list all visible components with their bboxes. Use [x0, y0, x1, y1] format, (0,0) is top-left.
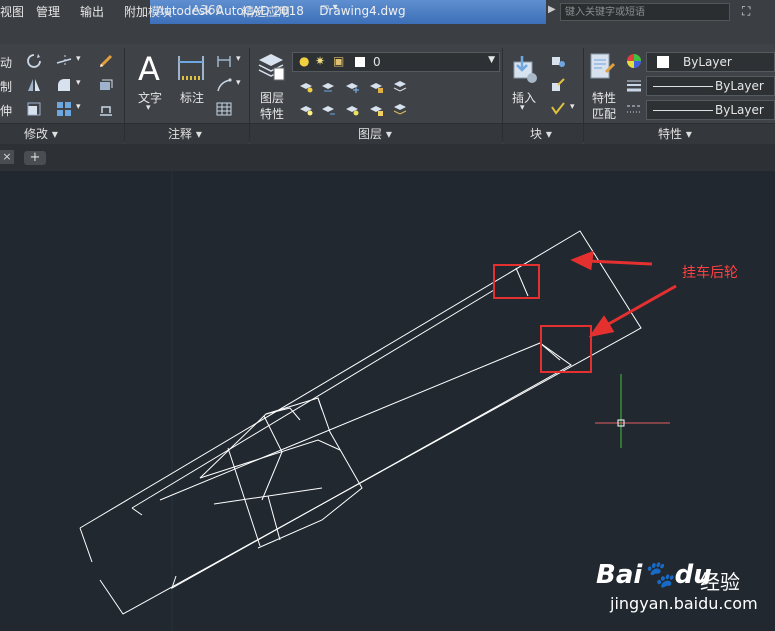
linear-dim-icon[interactable]	[216, 53, 232, 69]
move-tool[interactable]: 移动	[0, 54, 12, 71]
current-layer-name: 0	[373, 55, 381, 69]
ribbon-toggle-icon[interactable]: ▭ ▾	[320, 2, 338, 13]
mirror-icon[interactable]	[26, 77, 42, 93]
explode-icon[interactable]	[98, 77, 114, 93]
menu-addins[interactable]: 附加模块	[124, 3, 172, 20]
array-icon[interactable]	[56, 101, 72, 117]
match-properties-label-2[interactable]: 匹配	[592, 105, 616, 122]
modify-panel-footer[interactable]	[0, 123, 124, 144]
stretch-tool[interactable]: 拉伸	[0, 102, 12, 119]
annotation-arrows	[570, 250, 677, 338]
color-value: ByLayer	[683, 55, 732, 69]
layer-freeze-icon[interactable]	[344, 78, 360, 94]
linetype-icon[interactable]	[626, 101, 642, 117]
layer-properties-icon[interactable]	[256, 50, 286, 84]
sun-icon: ✷	[315, 54, 326, 68]
fillet-dropdown-icon[interactable]: ▾	[76, 78, 81, 88]
layer-dropdown[interactable]: ● ✷ ▣ 0 ▼	[292, 52, 500, 72]
crosshair-cursor	[595, 374, 670, 448]
file-tab-strip	[0, 144, 775, 171]
menu-view[interactable]: 视图	[0, 3, 24, 20]
line-sample	[653, 110, 713, 111]
color-wheel-icon[interactable]	[626, 53, 642, 69]
linear-dim-dropdown-icon[interactable]: ▾	[236, 54, 241, 64]
rear-wheel-annotation: 挂车后轮	[682, 265, 738, 281]
menu-output[interactable]: 输出	[80, 3, 104, 20]
text-icon[interactable]: A	[136, 50, 164, 86]
edit-block-icon[interactable]	[550, 77, 566, 93]
baidu-logo: Bai🐾du	[596, 560, 712, 590]
layer-properties-label-2[interactable]: 特性	[260, 105, 284, 122]
trim-icon[interactable]	[56, 53, 72, 69]
lineweight-value: ByLayer	[715, 79, 764, 93]
table-icon[interactable]	[216, 101, 232, 117]
rotate-icon[interactable]	[26, 53, 42, 69]
layer-match-icon[interactable]	[392, 78, 408, 94]
layer-lock-icon[interactable]	[368, 78, 384, 94]
text-dropdown-icon[interactable]: ▾	[146, 103, 151, 113]
trim-dropdown-icon[interactable]: ▾	[76, 54, 81, 64]
lock-icon: ▣	[333, 54, 345, 68]
lineweight-dropdown[interactable]: ByLayer	[646, 76, 775, 96]
copy-tool[interactable]: 复制	[0, 78, 12, 95]
chevron-down-icon: ▼	[488, 55, 495, 65]
menu-a360[interactable]: A360	[192, 3, 223, 17]
search-input[interactable]: 键入关键字或短语	[560, 3, 730, 21]
layer-on-icon[interactable]	[298, 101, 314, 117]
create-block-icon[interactable]	[550, 53, 566, 69]
layer-thaw-icon[interactable]	[320, 101, 336, 117]
lightbulb-icon: ●	[299, 54, 310, 68]
dimension-tool-label[interactable]: 标注	[180, 89, 204, 106]
offset-icon[interactable]	[98, 101, 114, 117]
layer-isolate-icon[interactable]	[320, 78, 336, 94]
match-properties-icon[interactable]	[588, 52, 618, 86]
trailer-outline	[79, 230, 642, 615]
leader-dropdown-icon[interactable]: ▾	[236, 78, 241, 88]
properties-panel-label[interactable]: 特性 ▾	[658, 125, 692, 142]
linetype-dropdown[interactable]: ByLayer	[646, 100, 775, 120]
scale-icon[interactable]	[26, 101, 42, 117]
block-panel-label[interactable]: 块 ▾	[530, 125, 552, 142]
linetype-value: ByLayer	[715, 103, 764, 117]
menu-bar	[0, 24, 775, 45]
watermark-url: jingyan.baidu.com	[610, 594, 758, 613]
block-attribute-icon[interactable]	[550, 101, 566, 117]
dimension-icon[interactable]	[176, 52, 206, 84]
binoculars-icon[interactable]: ⛶	[742, 4, 750, 19]
color-dropdown[interactable]: ByLayer	[646, 52, 775, 72]
menu-featured-apps[interactable]: 精选应用	[242, 3, 290, 20]
layers-panel-label[interactable]: 图层 ▾	[358, 125, 392, 142]
array-dropdown-icon[interactable]: ▾	[76, 102, 81, 112]
lineweight-icon[interactable]	[626, 77, 642, 93]
close-tab-icon[interactable]: ×	[0, 150, 14, 164]
menu-manage[interactable]: 管理	[36, 3, 60, 20]
new-tab-button[interactable]: +	[24, 151, 46, 165]
layer-off-icon[interactable]	[298, 78, 314, 94]
layer-unlock-icon[interactable]	[368, 101, 384, 117]
line-sample	[653, 86, 713, 87]
annotation-panel-label[interactable]: 注释 ▾	[168, 125, 202, 142]
layer-properties-label-1[interactable]: 图层	[260, 89, 284, 106]
watermark-product: 经验	[700, 570, 740, 594]
modify-panel-label[interactable]: 修改 ▾	[24, 125, 58, 142]
paw-icon: 🐾	[642, 560, 675, 590]
fillet-icon[interactable]	[56, 77, 72, 93]
svg-text:A: A	[138, 50, 160, 86]
insert-dropdown-icon[interactable]: ▾	[520, 103, 525, 113]
erase-icon[interactable]	[98, 53, 114, 69]
match-properties-label-1[interactable]: 特性	[592, 89, 616, 106]
attribute-dropdown-icon[interactable]: ▾	[570, 102, 575, 112]
leader-icon[interactable]	[216, 77, 232, 93]
color-swatch	[657, 56, 669, 68]
expand-arrow-icon[interactable]: ▶	[548, 4, 560, 20]
layer-walk-icon[interactable]	[392, 101, 408, 117]
layer-color-swatch	[355, 57, 365, 67]
layer-unisolate-icon[interactable]	[344, 101, 360, 117]
insert-block-icon[interactable]	[508, 52, 540, 86]
